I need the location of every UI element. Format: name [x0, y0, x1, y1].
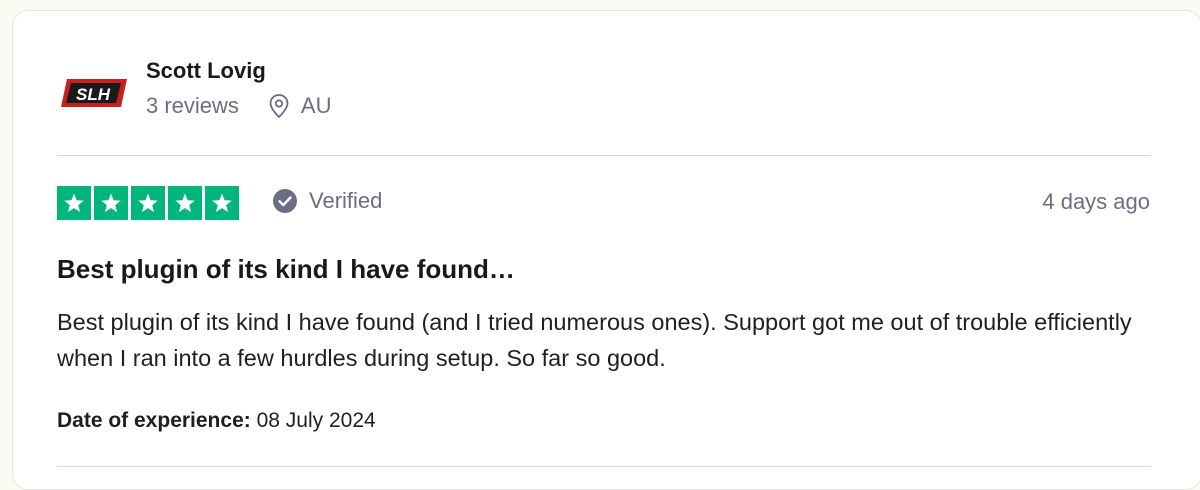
location: AU — [300, 93, 332, 118]
location-pin-icon — [269, 94, 289, 119]
author-meta: 3 reviews AU — [146, 93, 331, 119]
reviews-count: 3 reviews — [146, 93, 239, 118]
header-divider — [57, 155, 1151, 156]
star-icon — [205, 186, 239, 220]
verified-label: Verified — [309, 188, 383, 213]
experience-date: 08 July 2024 — [256, 409, 376, 432]
review-title[interactable]: Best plugin of its kind I have found… — [57, 254, 515, 285]
review-date[interactable]: 4 days ago — [1042, 189, 1150, 215]
star-icon — [168, 186, 202, 220]
author-name[interactable]: Scott Lovig — [146, 58, 266, 84]
review-card: SLH Scott Lovig 3 reviews AU Verified 4 … — [12, 10, 1200, 490]
date-of-experience: Date of experience: 08 July 2024 — [57, 409, 376, 433]
footer-divider — [57, 466, 1151, 467]
avatar-text: SLH — [76, 85, 111, 104]
avatar[interactable]: SLH — [57, 73, 131, 115]
experience-label: Date of experience: — [57, 409, 251, 432]
star-icon — [94, 186, 128, 220]
star-rating — [57, 186, 239, 220]
verified-badge[interactable]: Verified — [272, 188, 382, 214]
verified-check-icon — [273, 189, 297, 213]
review-body: Best plugin of its kind I have found (an… — [57, 309, 1132, 371]
star-icon — [57, 186, 91, 220]
star-icon — [131, 186, 165, 220]
